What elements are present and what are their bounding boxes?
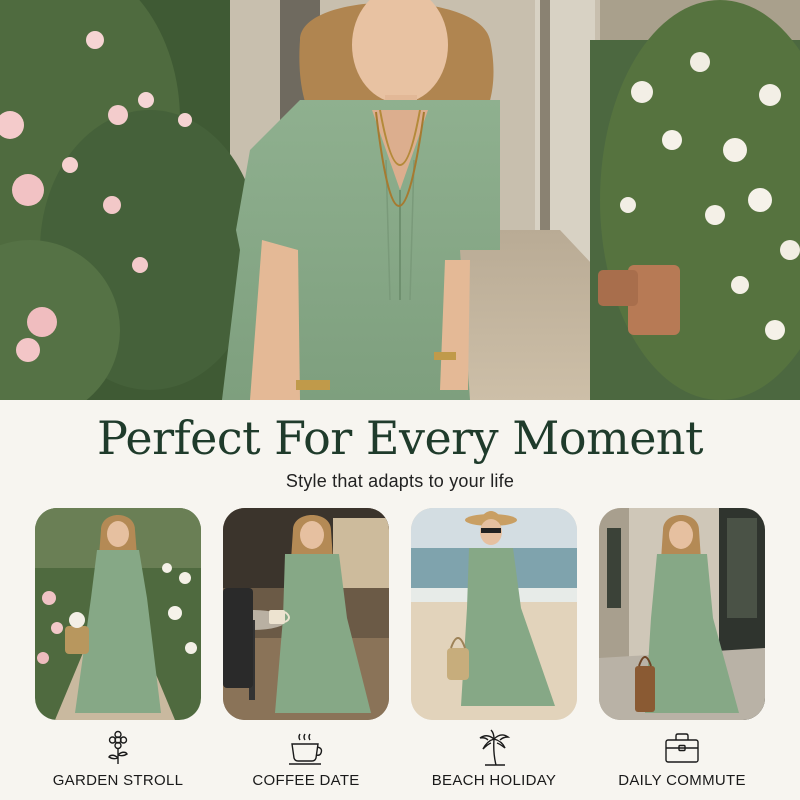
daily-commute-photo bbox=[599, 508, 765, 720]
garden-stroll-illustration bbox=[35, 508, 201, 720]
page-title: Perfect For Every Moment bbox=[96, 411, 704, 465]
moment-label-beach-holiday: BEACH HOLIDAY bbox=[431, 772, 557, 789]
headline-section: Perfect For Every Moment Style that adap… bbox=[0, 400, 800, 510]
hero-photo bbox=[0, 0, 800, 400]
moment-label-coffee-date: COFFEE DATE bbox=[252, 772, 360, 789]
briefcase-icon bbox=[599, 728, 765, 768]
beach-holiday-photo bbox=[411, 508, 577, 720]
daily-commute-illustration bbox=[599, 508, 765, 720]
coffee-cup-icon bbox=[223, 728, 389, 768]
coffee-date-photo bbox=[223, 508, 389, 720]
moment-label-garden-stroll: GARDEN STROLL bbox=[52, 772, 184, 789]
moment-label-daily-commute: DAILY COMMUTE bbox=[618, 772, 746, 789]
flower-icon bbox=[35, 728, 201, 768]
coffee-date-illustration bbox=[223, 508, 389, 720]
page-subtitle: Style that adapts to your life bbox=[285, 471, 515, 491]
moments-row: GARDEN STROLL COFFEE DATE BEACH HOLIDAY … bbox=[0, 508, 800, 800]
beach-holiday-illustration bbox=[411, 508, 577, 720]
hero-photo-illustration bbox=[0, 0, 800, 400]
palm-tree-icon bbox=[411, 728, 577, 768]
garden-stroll-photo bbox=[35, 508, 201, 720]
